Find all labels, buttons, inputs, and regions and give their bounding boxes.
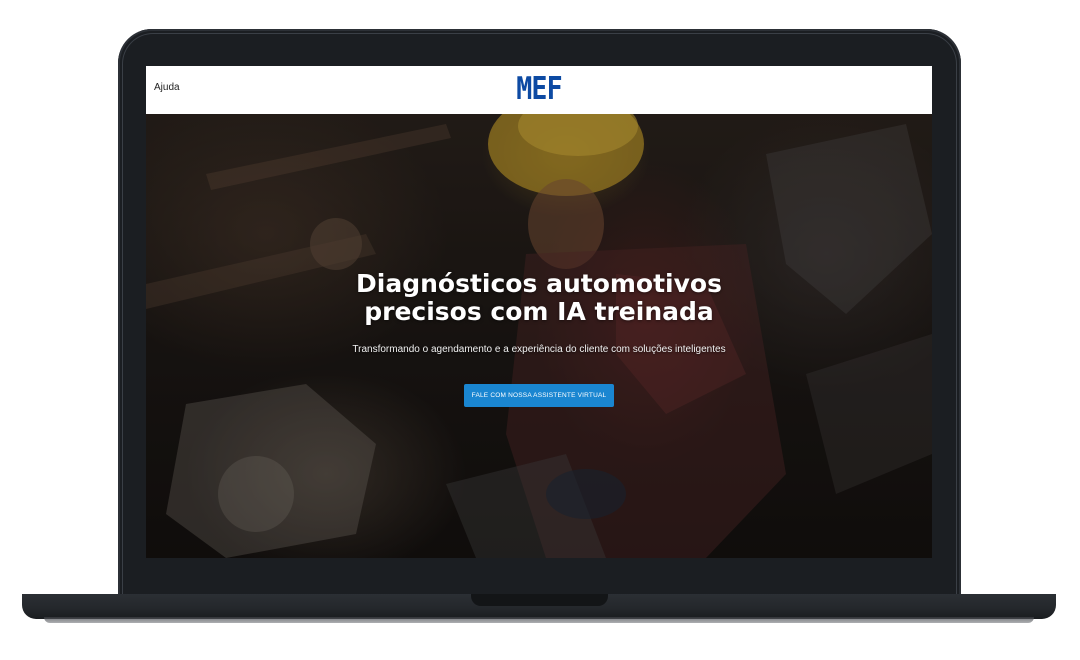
- virtual-assistant-cta-button[interactable]: FALE COM NOSSA ASSISTENTE VIRTUAL: [463, 384, 615, 407]
- laptop-base-shadow: [44, 617, 1034, 623]
- laptop-screen: Ajuda MEF Diagnósticos automotivos preci…: [146, 66, 932, 558]
- laptop-notch: [471, 594, 608, 606]
- hero-title-line2: precisos com IA treinada: [364, 297, 714, 326]
- help-link[interactable]: Ajuda: [154, 82, 180, 93]
- site-header: Ajuda MEF: [146, 66, 932, 115]
- hero-subtitle: Transformando o agendamento e a experiên…: [352, 344, 726, 355]
- hero-title: Diagnósticos automotivos precisos com IA…: [146, 270, 932, 326]
- hero-content: Diagnósticos automotivos precisos com IA…: [146, 270, 932, 407]
- hero-title-line1: Diagnósticos automotivos: [356, 269, 722, 298]
- mef-logo[interactable]: MEF: [516, 73, 562, 105]
- laptop-mockup: Ajuda MEF Diagnósticos automotivos preci…: [0, 0, 1080, 660]
- hero-section: Diagnósticos automotivos precisos com IA…: [146, 114, 932, 558]
